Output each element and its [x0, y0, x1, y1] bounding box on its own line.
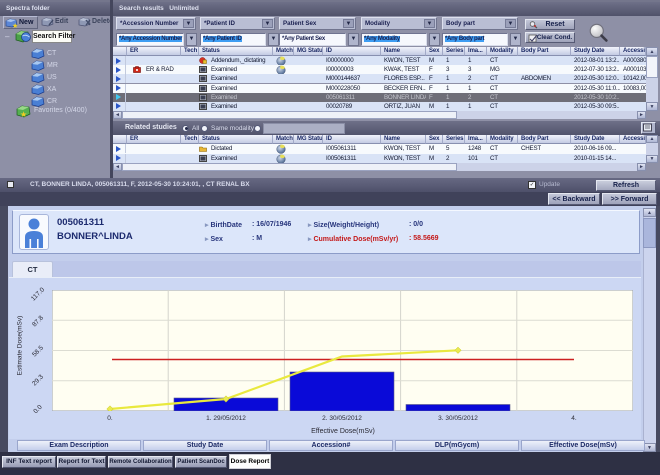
- svg-text:★: ★: [20, 110, 27, 118]
- svg-text:★: ★: [12, 22, 18, 28]
